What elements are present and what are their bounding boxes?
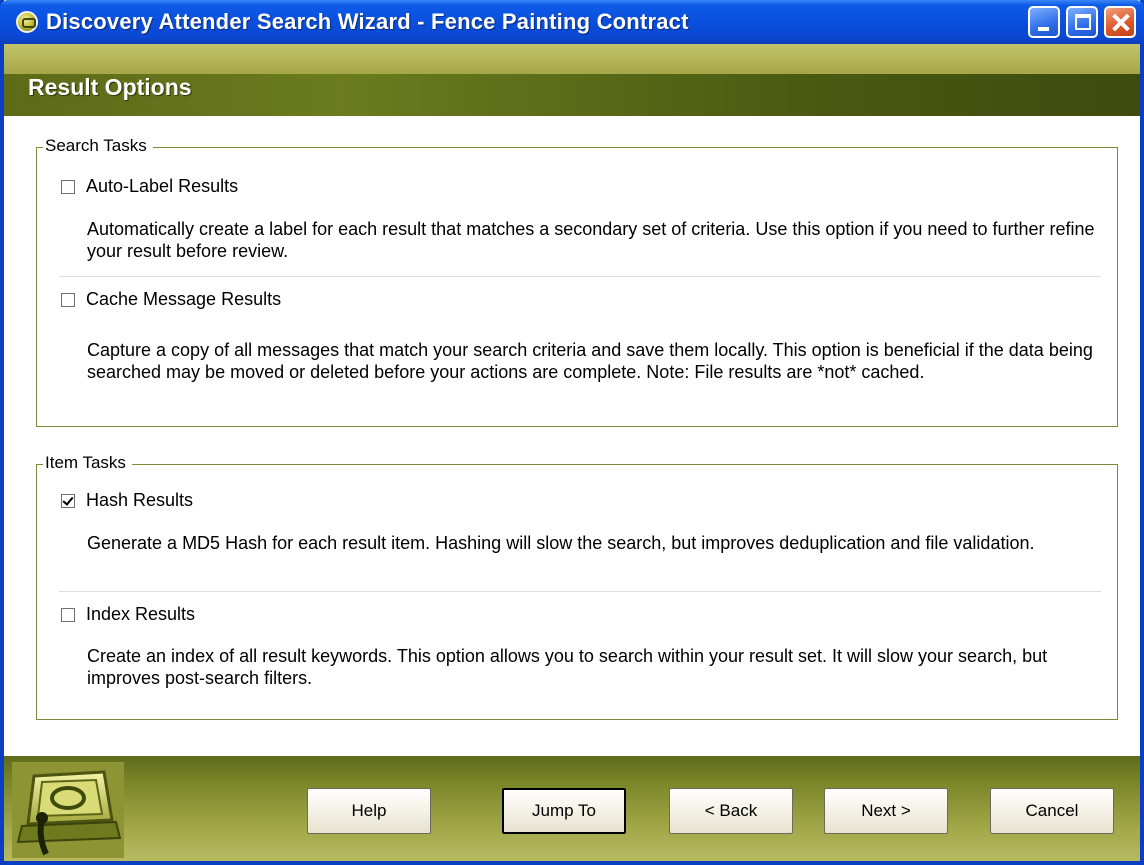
index-results-checkbox[interactable]: [61, 607, 75, 622]
help-button[interactable]: Help: [307, 788, 431, 834]
cache-message-option[interactable]: Cache Message Results: [61, 289, 281, 310]
title-bar[interactable]: Discovery Attender Search Wizard - Fence…: [0, 0, 1144, 44]
item-tasks-legend: Item Tasks: [43, 453, 132, 473]
cache-message-description: Capture a copy of all messages that matc…: [87, 340, 1093, 382]
wizard-window: Discovery Attender Search Wizard - Fence…: [0, 0, 1144, 865]
next-button[interactable]: Next >: [824, 788, 948, 834]
hash-results-checkbox[interactable]: [61, 493, 75, 508]
maximize-icon: [1075, 14, 1091, 30]
index-results-label[interactable]: Index Results: [86, 604, 195, 625]
close-button[interactable]: [1104, 6, 1136, 38]
hash-results-option[interactable]: Hash Results: [61, 490, 193, 511]
auto-label-description: Automatically create a label for each re…: [87, 219, 1095, 261]
search-tasks-legend: Search Tasks: [43, 136, 153, 156]
cache-message-label[interactable]: Cache Message Results: [86, 289, 281, 310]
footer-band: Help Jump To < Back Next > Cancel: [4, 756, 1140, 861]
divider: [59, 591, 1101, 592]
index-results-option[interactable]: Index Results: [61, 604, 195, 625]
search-tasks-group: Search Tasks Auto-Label Results Automati…: [36, 136, 1118, 427]
cancel-button[interactable]: Cancel: [990, 788, 1114, 834]
divider: [59, 276, 1101, 277]
maximize-button[interactable]: [1066, 6, 1098, 38]
auto-label-label[interactable]: Auto-Label Results: [86, 176, 238, 197]
page-title: Result Options: [28, 74, 192, 100]
window-title: Discovery Attender Search Wizard - Fence…: [46, 9, 689, 34]
hash-results-description: Generate a MD5 Hash for each result item…: [87, 533, 1035, 553]
hash-results-label[interactable]: Hash Results: [86, 490, 193, 511]
back-button[interactable]: < Back: [669, 788, 793, 834]
minimize-icon: [1038, 27, 1049, 31]
wizard-logo-icon: [12, 762, 124, 858]
index-results-description: Create an index of all result keywords. …: [87, 646, 1048, 688]
minimize-button[interactable]: [1028, 6, 1060, 38]
item-tasks-group: Item Tasks Hash Results Generate a MD5 H…: [36, 453, 1118, 720]
jump-to-button[interactable]: Jump To: [502, 788, 626, 834]
auto-label-option[interactable]: Auto-Label Results: [61, 176, 238, 197]
auto-label-checkbox[interactable]: [61, 179, 75, 194]
app-icon: [16, 11, 38, 33]
cache-message-checkbox[interactable]: [61, 292, 75, 307]
